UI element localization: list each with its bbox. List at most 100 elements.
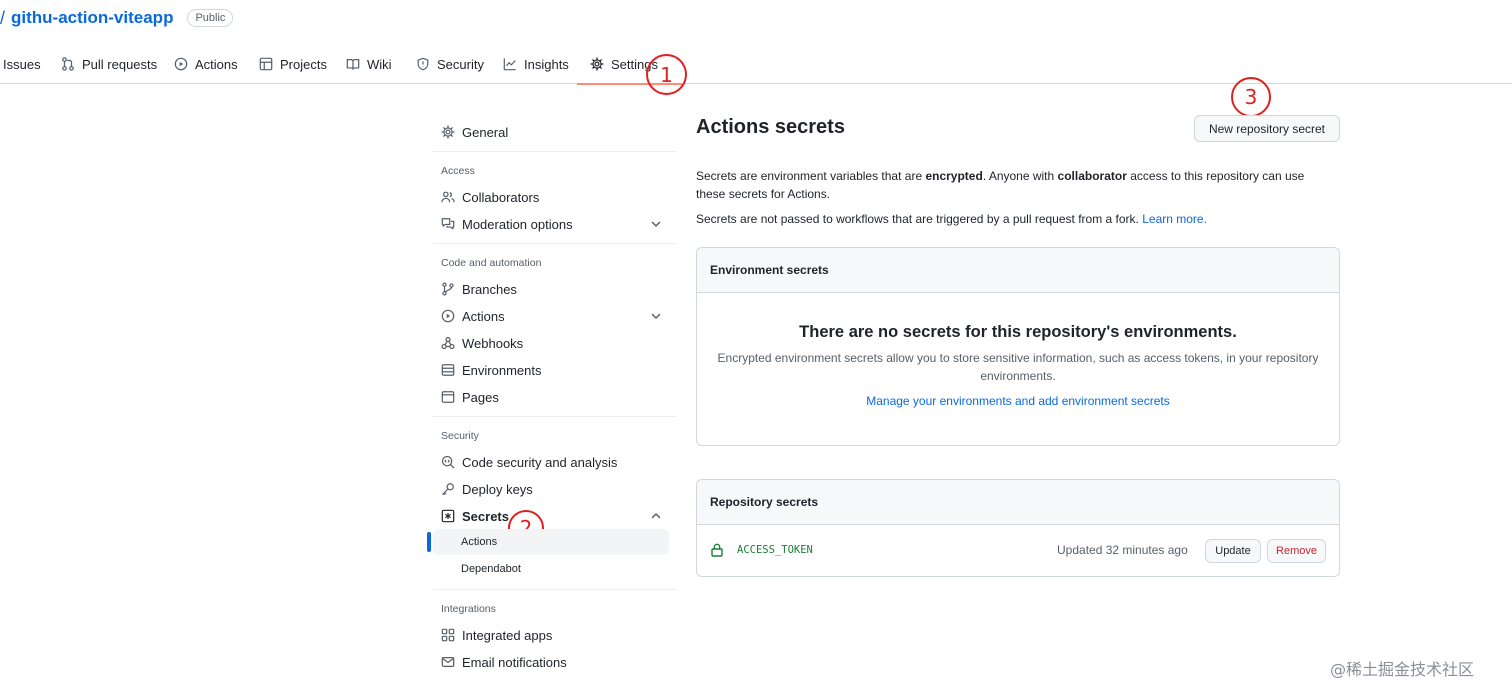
blankslate-title: There are no secrets for this repository…	[799, 323, 1237, 341]
sidebar-divider	[433, 416, 676, 417]
sidebar-item-label: Branches	[462, 281, 517, 297]
tab-insights[interactable]: Insights	[503, 44, 569, 84]
tab-security[interactable]: Security	[416, 44, 484, 84]
chevron-down-icon[interactable]	[650, 310, 662, 322]
play-icon	[174, 57, 188, 71]
sidebar-item-secrets[interactable]: Secrets	[441, 504, 509, 528]
sidebar-item-label: Email notifications	[462, 654, 567, 670]
sidebar-heading-integrations: Integrations	[441, 603, 496, 615]
tab-label: Wiki	[367, 56, 392, 72]
sidebar-subitem-secrets-actions[interactable]: Actions	[461, 536, 497, 548]
sidebar-item-email-notifications[interactable]: Email notifications	[441, 650, 567, 674]
graph-icon	[503, 58, 516, 71]
sidebar-divider	[433, 243, 676, 244]
desc-text: Secrets are not passed to workflows that…	[696, 212, 1143, 226]
chevron-down-icon[interactable]	[650, 218, 662, 230]
repo-slash: /	[0, 7, 6, 28]
tab-label: Pull requests	[82, 56, 158, 72]
table-row: ACCESS_TOKEN Updated 32 minutes ago Upda…	[697, 526, 1339, 576]
lock-icon	[711, 543, 723, 557]
sidebar-item-label: Pages	[462, 389, 499, 405]
sidebar-item-label: Environments	[462, 362, 542, 378]
sidebar-item-collaborators[interactable]: Collaborators	[441, 185, 539, 209]
webhook-icon	[441, 336, 455, 350]
new-repository-secret-button[interactable]: New repository secret	[1194, 115, 1340, 142]
sidebar-item-code-security[interactable]: Code security and analysis	[441, 450, 617, 474]
browser-icon	[441, 391, 455, 403]
server-icon	[441, 364, 455, 376]
sidebar-item-environments[interactable]: Environments	[441, 358, 541, 382]
people-icon	[441, 191, 455, 203]
annotation-1: 1	[646, 54, 687, 95]
tab-label: Security	[437, 56, 484, 72]
tab-actions[interactable]: Actions	[174, 44, 238, 84]
desc-text: . Anyone with	[982, 169, 1058, 183]
shield-icon	[417, 57, 429, 71]
sidebar-item-branches[interactable]: Branches	[441, 277, 517, 301]
sidebar-item-moderation-options[interactable]: Moderation options	[441, 212, 573, 236]
repo-name-link[interactable]: githu-action-viteapp	[11, 8, 173, 28]
sidebar-heading-access: Access	[441, 165, 475, 177]
sidebar-item-label: Secrets	[462, 508, 509, 524]
repository-secrets-box: Repository secrets ACCESS_TOKEN Updated …	[696, 479, 1340, 577]
secret-name: ACCESS_TOKEN	[737, 544, 813, 556]
tab-label: Issues	[3, 56, 41, 72]
sidebar-item-pages[interactable]: Pages	[441, 385, 499, 409]
key-asterisk-icon	[441, 509, 455, 523]
blankslate-description: Encrypted environment secrets allow you …	[717, 351, 1319, 383]
manage-environments-link[interactable]: Manage your environments and add environ…	[697, 394, 1339, 408]
repository-secrets-header: Repository secrets	[697, 480, 1339, 525]
tab-label: Actions	[195, 56, 238, 72]
environment-secrets-box: Environment secrets There are no secrets…	[696, 247, 1340, 446]
sidebar-item-label: Moderation options	[462, 216, 573, 232]
gear-icon	[441, 125, 455, 139]
sidebar-heading-security: Security	[441, 430, 479, 442]
play-icon	[441, 309, 455, 323]
fork-notice: Secrets are not passed to workflows that…	[696, 210, 1336, 228]
sidebar-item-label: Code security and analysis	[462, 454, 618, 470]
remove-secret-button[interactable]: Remove	[1267, 539, 1326, 563]
pull-request-icon	[62, 57, 74, 71]
sidebar-item-deploy-keys[interactable]: Deploy keys	[441, 477, 533, 501]
annotation-3: 3	[1231, 77, 1271, 117]
watermark: @稀土掘金技术社区	[1330, 660, 1475, 679]
sidebar-item-label: Webhooks	[462, 335, 524, 351]
tab-projects[interactable]: Projects	[259, 44, 327, 84]
tab-label: Projects	[280, 56, 327, 72]
sidebar-item-label: Collaborators	[462, 189, 540, 205]
codescan-icon	[441, 455, 455, 469]
tab-pull-requests[interactable]: Pull requests	[61, 44, 157, 84]
blankslate: There are no secrets for this repository…	[697, 293, 1339, 445]
table-icon	[259, 57, 273, 71]
sidebar-item-label: Actions	[462, 308, 505, 324]
secret-updated-time: Updated 32 minutes ago	[1057, 543, 1188, 557]
sidebar-divider	[433, 589, 676, 590]
sidebar-item-integrated-apps[interactable]: Integrated apps	[441, 623, 552, 647]
tab-issues[interactable]: Issues	[3, 44, 41, 84]
learn-more-link[interactable]: Learn more.	[1142, 212, 1207, 226]
sidebar-subitem-secrets-dependabot[interactable]: Dependabot	[461, 563, 521, 575]
key-icon	[442, 483, 454, 496]
book-icon	[346, 59, 360, 70]
environment-secrets-header: Environment secrets	[697, 248, 1339, 293]
repo-title: / githu-action-viteapp Public	[0, 7, 234, 29]
branch-icon	[442, 282, 454, 296]
comment-discussion-icon	[441, 218, 455, 230]
sidebar-item-label: Integrated apps	[462, 627, 553, 643]
gear-icon	[590, 57, 604, 71]
desc-emphasis: collaborator	[1057, 169, 1127, 183]
sidebar-item-general[interactable]: General	[441, 120, 508, 144]
tab-wiki[interactable]: Wiki	[346, 44, 392, 84]
mail-icon	[441, 657, 455, 667]
tab-label: Insights	[524, 56, 569, 72]
chevron-up-icon[interactable]	[650, 510, 662, 522]
sidebar-item-actions[interactable]: Actions	[441, 304, 505, 328]
repo-nav-tabs: Issues Pull requests Actions Projects Wi…	[0, 44, 1512, 85]
sidebar-item-label: General	[462, 124, 509, 140]
update-secret-button[interactable]: Update	[1205, 539, 1261, 563]
sidebar-item-webhooks[interactable]: Webhooks	[441, 331, 523, 355]
visibility-badge: Public	[187, 9, 234, 27]
sidebar-divider	[433, 151, 676, 152]
desc-emphasis: encrypted	[925, 169, 983, 183]
apps-icon	[441, 628, 455, 642]
